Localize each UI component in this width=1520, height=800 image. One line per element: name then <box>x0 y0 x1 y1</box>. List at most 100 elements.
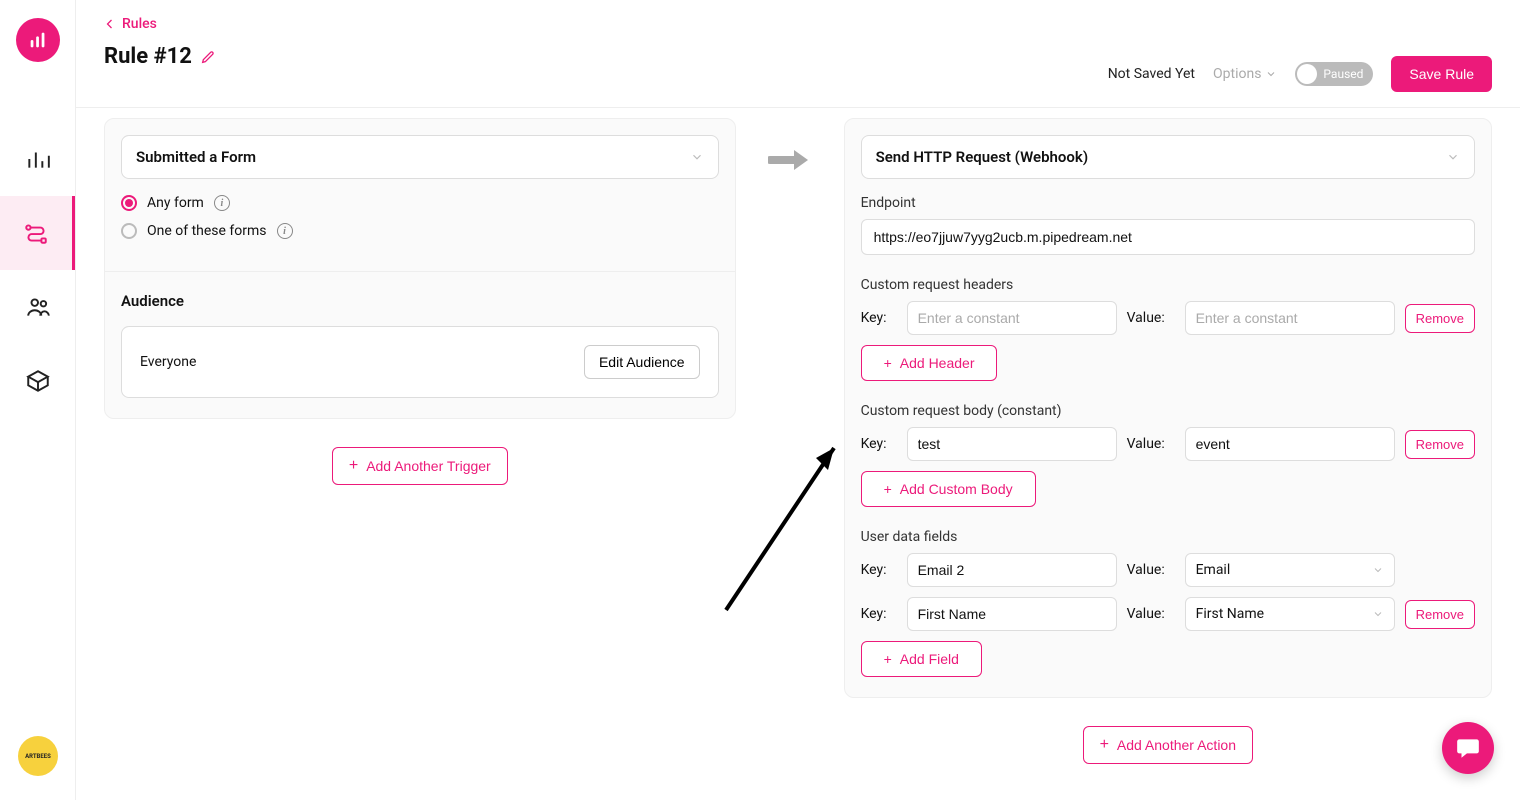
value-label: Value: <box>1127 310 1175 326</box>
toggle-knob <box>1297 64 1317 84</box>
page-title: Rule #12 <box>104 44 192 69</box>
field-value-selected: Email <box>1196 562 1231 578</box>
edit-audience-button[interactable]: Edit Audience <box>584 345 700 379</box>
headers-section: Custom request headers Key: Value: Remov… <box>861 277 1475 381</box>
sidebar: ARTBEES <box>0 0 76 800</box>
chevron-down-icon <box>1372 564 1384 576</box>
radio-one-of-label: One of these forms <box>147 223 267 239</box>
field-value-selected: First Name <box>1196 606 1264 622</box>
remove-body-button[interactable]: Remove <box>1405 430 1475 459</box>
field-row: Key: Value: Email <box>861 553 1475 587</box>
flow-icon <box>23 220 49 246</box>
radio-indicator <box>121 223 137 239</box>
breadcrumb-label: Rules <box>122 16 157 32</box>
chevron-down-icon <box>1446 150 1460 164</box>
add-header-label: Add Header <box>900 355 975 371</box>
header-key-input[interactable] <box>907 301 1117 335</box>
action-type-selector[interactable]: Send HTTP Request (Webhook) <box>861 135 1475 179</box>
arrow-right-icon <box>768 146 812 174</box>
field-key-input[interactable] <box>907 597 1117 631</box>
plus-icon: + <box>884 481 892 497</box>
body-section: Custom request body (constant) Key: Valu… <box>861 403 1475 507</box>
chevron-left-icon <box>104 18 116 30</box>
header-row: Key: Value: Remove <box>861 301 1475 335</box>
save-status: Not Saved Yet <box>1108 66 1195 82</box>
audience-section: Audience Everyone Edit Audience <box>105 271 735 418</box>
key-label: Key: <box>861 606 897 622</box>
add-field-button[interactable]: + Add Field <box>861 641 982 677</box>
bar-chart-icon <box>25 146 51 172</box>
sidebar-item-people[interactable] <box>0 270 75 344</box>
remove-field-button[interactable]: Remove <box>1405 600 1475 629</box>
field-value-select[interactable]: Email <box>1185 553 1395 587</box>
body-title: Custom request body (constant) <box>861 403 1475 419</box>
save-button[interactable]: Save Rule <box>1391 56 1492 92</box>
add-action-wrap: + Add Another Action <box>844 726 1492 764</box>
chevron-down-icon <box>1372 608 1384 620</box>
body-value-input[interactable] <box>1185 427 1395 461</box>
status-toggle[interactable]: Paused <box>1295 62 1373 86</box>
brand-badge[interactable]: ARTBEES <box>18 736 58 776</box>
field-row: Key: Value: First Name Remove <box>861 597 1475 631</box>
audience-title: Audience <box>121 292 719 310</box>
sidebar-item-analytics[interactable] <box>0 122 75 196</box>
endpoint-label: Endpoint <box>861 195 1475 211</box>
value-label: Value: <box>1127 606 1175 622</box>
add-trigger-button[interactable]: + Add Another Trigger <box>332 447 508 485</box>
field-key-input[interactable] <box>907 553 1117 587</box>
trigger-type-selector[interactable]: Submitted a Form <box>121 135 719 179</box>
key-label: Key: <box>861 562 897 578</box>
fields-section: User data fields Key: Value: Email Key: <box>861 529 1475 677</box>
triggers-column: Submitted a Form Any form i One of these… <box>104 118 736 485</box>
radio-any-form[interactable]: Any form i <box>121 195 719 211</box>
header-value-input[interactable] <box>1185 301 1395 335</box>
value-label: Value: <box>1127 562 1175 578</box>
sidebar-nav <box>0 122 75 418</box>
info-icon[interactable]: i <box>214 195 230 211</box>
breadcrumb[interactable]: Rules <box>104 16 1492 32</box>
plus-icon: + <box>884 651 892 667</box>
sidebar-item-automation[interactable] <box>0 196 75 270</box>
plus-icon: + <box>349 458 358 474</box>
field-value-select[interactable]: First Name <box>1185 597 1395 631</box>
trigger-type-label: Submitted a Form <box>136 148 256 166</box>
sidebar-item-package[interactable] <box>0 344 75 418</box>
edit-icon[interactable] <box>200 49 216 65</box>
fields-title: User data fields <box>861 529 1475 545</box>
plus-icon: + <box>1100 737 1109 753</box>
main-content: Submitted a Form Any form i One of these… <box>76 108 1520 800</box>
add-body-button[interactable]: + Add Custom Body <box>861 471 1036 507</box>
radio-one-of-forms[interactable]: One of these forms i <box>121 223 719 239</box>
options-menu[interactable]: Options <box>1213 66 1277 82</box>
info-icon[interactable]: i <box>277 223 293 239</box>
add-field-label: Add Field <box>900 651 959 667</box>
add-action-button[interactable]: + Add Another Action <box>1083 726 1253 764</box>
actions-column: Send HTTP Request (Webhook) Endpoint Cus… <box>844 118 1492 764</box>
radio-any-form-label: Any form <box>147 195 204 211</box>
value-label: Value: <box>1127 436 1175 452</box>
chevron-down-icon <box>690 150 704 164</box>
body-row: Key: Value: Remove <box>861 427 1475 461</box>
add-body-label: Add Custom Body <box>900 481 1013 497</box>
flow-arrow <box>768 118 812 174</box>
key-label: Key: <box>861 436 897 452</box>
endpoint-input[interactable] <box>861 219 1475 255</box>
remove-header-button[interactable]: Remove <box>1405 304 1475 333</box>
action-type-label: Send HTTP Request (Webhook) <box>876 148 1089 166</box>
body-key-input[interactable] <box>907 427 1117 461</box>
toggle-label: Paused <box>1323 67 1363 81</box>
logo-bars-icon <box>27 29 49 51</box>
chat-icon <box>1455 735 1481 761</box>
chat-fab[interactable] <box>1442 722 1494 774</box>
action-form: Endpoint Custom request headers Key: Val… <box>845 179 1491 697</box>
plus-icon: + <box>884 355 892 371</box>
people-icon <box>25 294 51 320</box>
brand-badge-text: ARTBEES <box>25 753 51 760</box>
trigger-panel: Submitted a Form Any form i One of these… <box>104 118 736 419</box>
key-label: Key: <box>861 310 897 326</box>
app-logo[interactable] <box>16 18 60 62</box>
form-scope-radio-group: Any form i One of these forms i <box>105 179 735 271</box>
add-trigger-wrap: + Add Another Trigger <box>104 447 736 485</box>
add-header-button[interactable]: + Add Header <box>861 345 998 381</box>
headers-title: Custom request headers <box>861 277 1475 293</box>
